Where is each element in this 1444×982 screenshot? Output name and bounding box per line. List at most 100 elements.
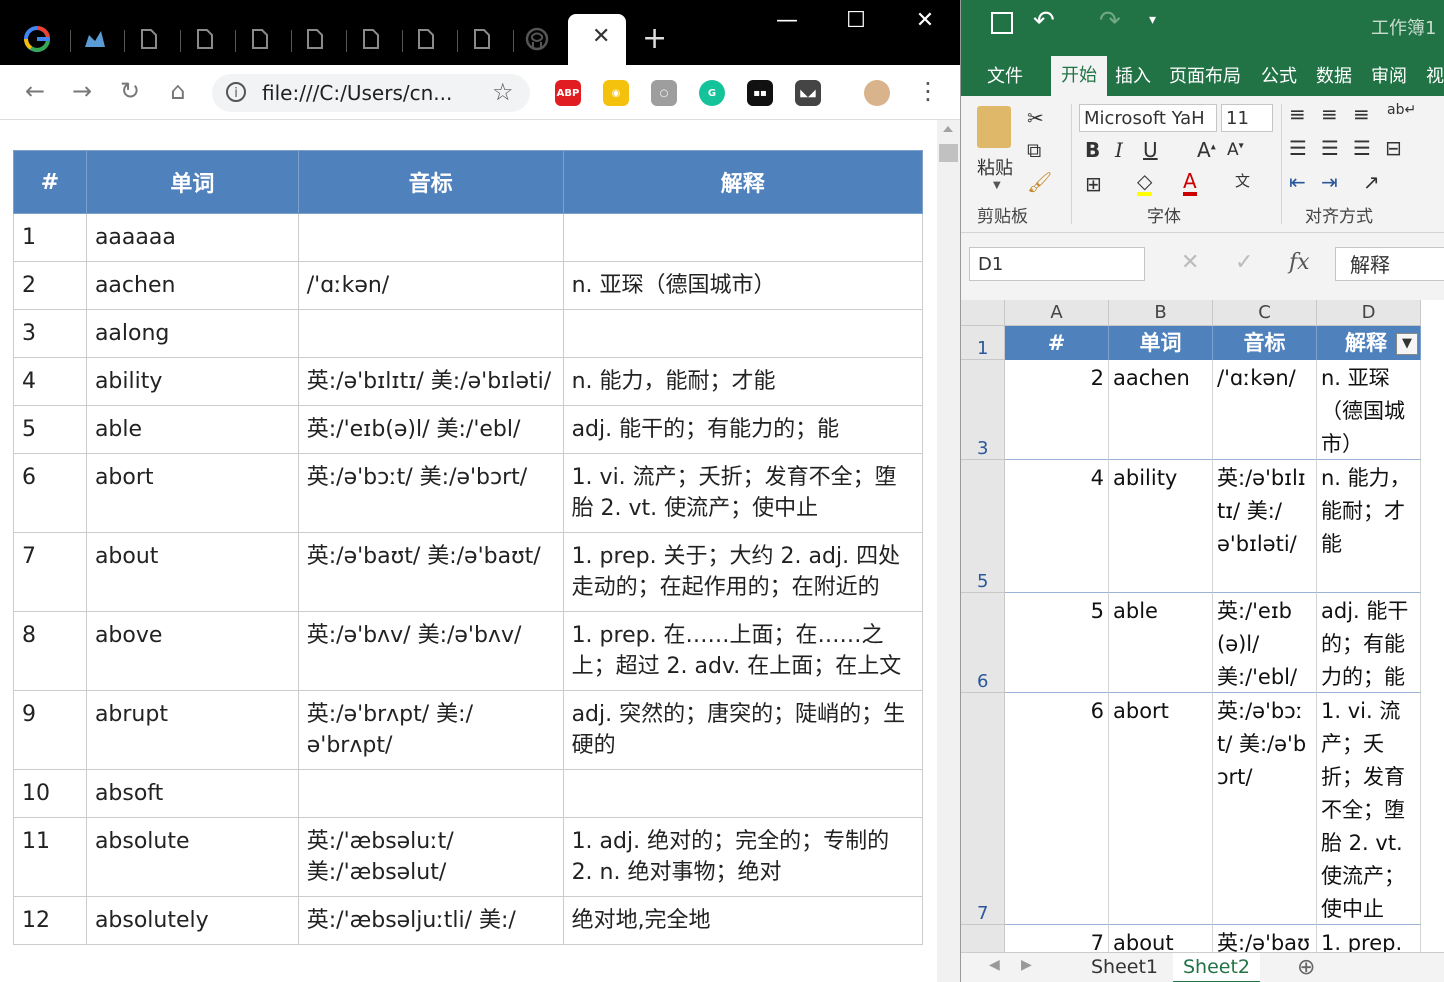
- cell-number[interactable]: 2: [1005, 360, 1109, 460]
- row-header[interactable]: 5: [961, 460, 1005, 593]
- reload-icon[interactable]: ↻: [115, 77, 145, 105]
- align-right-icon[interactable]: ☰: [1353, 136, 1371, 160]
- paste-dropdown-icon[interactable]: ▼: [993, 180, 1001, 191]
- close-window-button[interactable]: ✕: [905, 8, 945, 33]
- confirm-formula-icon[interactable]: ✓: [1235, 250, 1253, 275]
- insert-function-icon[interactable]: fx: [1289, 250, 1310, 275]
- increase-indent-icon[interactable]: ⇥: [1321, 170, 1338, 194]
- cell-number[interactable]: 5: [1005, 593, 1109, 693]
- align-top-icon[interactable]: ≡: [1289, 102, 1306, 126]
- row-header[interactable]: 3: [961, 360, 1005, 460]
- cut-icon[interactable]: ✂: [1027, 106, 1044, 130]
- new-tab-button[interactable]: +: [642, 22, 667, 56]
- fill-color-icon[interactable]: ◇: [1137, 170, 1153, 196]
- scroll-sheets-left-icon[interactable]: ◀: [989, 957, 1000, 973]
- decrease-indent-icon[interactable]: ⇤: [1289, 170, 1306, 194]
- extension-icon[interactable]: [78, 22, 112, 56]
- cell-word[interactable]: about: [1109, 925, 1213, 952]
- site-info-icon[interactable]: i: [226, 82, 246, 102]
- bold-button[interactable]: B: [1085, 138, 1100, 162]
- cell-phonetic[interactable]: 英:/ə'bɪlɪtɪ/ 美:/ə'bɪləti/: [1213, 460, 1317, 593]
- align-left-icon[interactable]: ☰: [1289, 136, 1307, 160]
- chrome-menu-icon[interactable]: ⋮: [916, 77, 940, 105]
- scroll-up-arrow-icon[interactable]: [943, 126, 953, 132]
- save-icon[interactable]: [991, 12, 1013, 34]
- adblock-icon[interactable]: ABP: [555, 80, 581, 106]
- tab-home[interactable]: 开始: [1051, 56, 1107, 96]
- row-header[interactable]: 1: [961, 326, 1005, 360]
- scroll-thumb[interactable]: [939, 144, 958, 162]
- circle-extension-icon[interactable]: ○: [651, 80, 677, 106]
- tab-insert[interactable]: 插入: [1115, 62, 1151, 88]
- cell-meaning[interactable]: n. 亚琛（德国城市）: [1317, 360, 1421, 460]
- back-icon[interactable]: ←: [20, 77, 50, 105]
- select-all-corner[interactable]: [961, 300, 1005, 326]
- column-header-c[interactable]: C: [1213, 300, 1317, 326]
- maximize-button[interactable]: ☐: [836, 8, 876, 33]
- tab-data[interactable]: 数据: [1316, 62, 1352, 88]
- cell-number[interactable]: 4: [1005, 460, 1109, 593]
- borders-icon[interactable]: ⊞: [1085, 172, 1102, 196]
- close-tab-icon[interactable]: ✕: [592, 24, 610, 49]
- font-color-icon[interactable]: A: [1183, 170, 1197, 196]
- cancel-formula-icon[interactable]: ✕: [1181, 250, 1199, 275]
- add-sheet-icon[interactable]: ⊕: [1297, 955, 1315, 980]
- file-icon[interactable]: [354, 22, 388, 56]
- tab-page-layout[interactable]: 页面布局: [1169, 62, 1241, 88]
- tab-view[interactable]: 视: [1426, 62, 1444, 88]
- formula-input[interactable]: 解释: [1335, 247, 1444, 281]
- sheet-tab-sheet1[interactable]: Sheet1: [1081, 953, 1168, 981]
- active-tab[interactable]: ✕: [568, 14, 626, 65]
- worksheet-grid[interactable]: A B C D 1 # 单词 音标 解释 ▼ 3 2 aachen /'ɑːkə…: [961, 300, 1444, 952]
- file-icon[interactable]: [243, 22, 277, 56]
- filter-dropdown-icon[interactable]: ▼: [1396, 333, 1418, 355]
- file-icon[interactable]: [298, 22, 332, 56]
- copy-icon[interactable]: ⧉: [1027, 138, 1041, 162]
- row-header[interactable]: [961, 925, 1005, 952]
- column-header-a[interactable]: A: [1005, 300, 1109, 326]
- tab-file[interactable]: 文件: [987, 62, 1023, 88]
- mask-extension-icon[interactable]: ◣◢: [795, 80, 821, 106]
- wrap-text-icon[interactable]: ab↵: [1387, 102, 1416, 118]
- bookmark-star-icon[interactable]: ☆: [492, 78, 514, 106]
- tampermonkey-icon[interactable]: ▪▪: [747, 80, 773, 106]
- undo-icon[interactable]: ↶: [1033, 6, 1055, 36]
- file-icon[interactable]: [132, 22, 166, 56]
- header-cell-word[interactable]: 单词: [1109, 326, 1213, 360]
- cell-number[interactable]: 7: [1005, 925, 1109, 952]
- increase-font-icon[interactable]: A▴: [1197, 138, 1216, 162]
- column-header-b[interactable]: B: [1109, 300, 1213, 326]
- phonetic-guide-icon[interactable]: 文: [1235, 170, 1250, 191]
- align-middle-icon[interactable]: ≡: [1321, 102, 1338, 126]
- orientation-icon[interactable]: ↗: [1363, 170, 1380, 194]
- align-center-icon[interactable]: ☰: [1321, 136, 1339, 160]
- sheet-tab-sheet2[interactable]: Sheet2: [1173, 953, 1261, 982]
- cell-phonetic[interactable]: 英:/'eɪb(ə)l/ 美:/'ebl/: [1213, 593, 1317, 693]
- cell-word[interactable]: abort: [1109, 693, 1213, 925]
- cell-meaning[interactable]: 1. prep.: [1317, 925, 1421, 952]
- forward-icon[interactable]: →: [67, 77, 97, 105]
- tab-formulas[interactable]: 公式: [1261, 62, 1297, 88]
- cell-phonetic[interactable]: 英:/ə'bɔːt/ 美:/ə'bɔrt/: [1213, 693, 1317, 925]
- home-icon[interactable]: ⌂: [163, 77, 193, 105]
- profile-avatar[interactable]: [864, 80, 890, 106]
- scroll-sheets-right-icon[interactable]: ▶: [1021, 957, 1032, 973]
- italic-button[interactable]: I: [1115, 138, 1123, 162]
- file-icon[interactable]: [188, 22, 222, 56]
- cell-meaning[interactable]: 1. vi. 流产；夭折；发育不全；堕胎 2. vt. 使流产；使中止: [1317, 693, 1421, 925]
- cell-meaning[interactable]: n. 能力，能耐；才能: [1317, 460, 1421, 593]
- redo-icon[interactable]: ↷: [1099, 6, 1121, 36]
- format-painter-icon[interactable]: 🖌: [1027, 170, 1052, 194]
- grammarly-icon[interactable]: G: [699, 80, 725, 106]
- header-cell-number[interactable]: #: [1005, 326, 1109, 360]
- cell-word[interactable]: ability: [1109, 460, 1213, 593]
- screenshot-extension-icon[interactable]: ◉: [603, 80, 629, 106]
- tab-review[interactable]: 审阅: [1371, 62, 1407, 88]
- cell-number[interactable]: 6: [1005, 693, 1109, 925]
- column-header-d[interactable]: D: [1317, 300, 1421, 326]
- url-text[interactable]: file:///C:/Users/cn...: [262, 81, 452, 105]
- align-bottom-icon[interactable]: ≡: [1353, 102, 1370, 126]
- cell-phonetic[interactable]: 英:/ə'baʊ: [1213, 925, 1317, 952]
- cell-word[interactable]: aachen: [1109, 360, 1213, 460]
- merge-center-icon[interactable]: ⊟: [1385, 136, 1402, 160]
